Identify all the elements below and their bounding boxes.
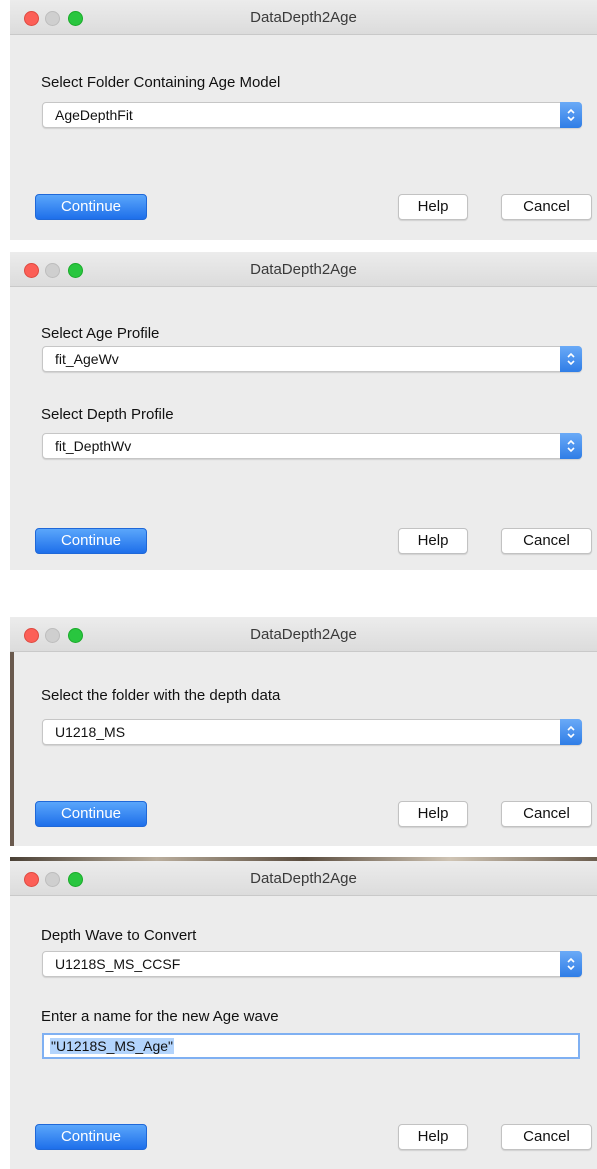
age-wave-name-input[interactable]: "U1218S_MS_Age" (42, 1033, 580, 1059)
popup-value: fit_AgeWv (55, 351, 119, 367)
depth-profile-label: Select Depth Profile (41, 406, 174, 423)
popup-value: U1218S_MS_CCSF (55, 956, 181, 972)
continue-button[interactable]: Continue (35, 194, 147, 220)
popup-value: U1218_MS (55, 724, 126, 740)
cancel-button[interactable]: Cancel (501, 1124, 592, 1150)
up-down-chevron-icon[interactable] (560, 951, 582, 977)
title-bar[interactable]: DataDepth2Age (10, 861, 597, 896)
help-button[interactable]: Help (398, 528, 468, 554)
cancel-button[interactable]: Cancel (501, 194, 592, 220)
up-down-chevron-icon[interactable] (560, 346, 582, 372)
help-button[interactable]: Help (398, 801, 468, 827)
title-bar[interactable]: DataDepth2Age (10, 0, 597, 35)
up-down-chevron-icon[interactable] (560, 433, 582, 459)
cancel-button[interactable]: Cancel (501, 528, 592, 554)
title-bar[interactable]: DataDepth2Age (10, 252, 597, 287)
cancel-button[interactable]: Cancel (501, 801, 592, 827)
popup-value: AgeDepthFit (55, 107, 133, 123)
age-model-folder-label: Select Folder Containing Age Model (41, 74, 281, 91)
dialog-select-depth-data-folder: DataDepth2Age Select the folder with the… (10, 617, 597, 846)
popup-value: fit_DepthWv (55, 438, 132, 454)
depth-wave-popup[interactable]: U1218S_MS_CCSF (42, 951, 582, 977)
title-bar[interactable]: DataDepth2Age (10, 617, 597, 652)
dialog-select-age-model-folder: DataDepth2Age Select Folder Containing A… (10, 0, 597, 240)
window-title: DataDepth2Age (250, 626, 357, 643)
window-title: DataDepth2Age (250, 870, 357, 887)
age-profile-popup[interactable]: fit_AgeWv (42, 346, 582, 372)
help-button[interactable]: Help (398, 194, 468, 220)
depth-data-folder-label: Select the folder with the depth data (41, 687, 281, 704)
window-title: DataDepth2Age (250, 261, 357, 278)
depth-data-folder-popup[interactable]: U1218_MS (42, 719, 582, 745)
age-wave-name-label: Enter a name for the new Age wave (41, 1008, 279, 1025)
window-title: DataDepth2Age (250, 9, 357, 26)
up-down-chevron-icon[interactable] (560, 719, 582, 745)
continue-button[interactable]: Continue (35, 528, 147, 554)
help-button[interactable]: Help (398, 1124, 468, 1150)
up-down-chevron-icon[interactable] (560, 102, 582, 128)
depth-wave-label: Depth Wave to Convert (41, 927, 197, 944)
continue-button[interactable]: Continue (35, 801, 147, 827)
dialog-select-profiles: DataDepth2Age Select Age Profile fit_Age… (10, 252, 597, 570)
age-model-folder-popup[interactable]: AgeDepthFit (42, 102, 582, 128)
depth-profile-popup[interactable]: fit_DepthWv (42, 433, 582, 459)
age-profile-label: Select Age Profile (41, 325, 160, 342)
input-value: "U1218S_MS_Age" (50, 1038, 175, 1054)
continue-button[interactable]: Continue (35, 1124, 147, 1150)
dialog-convert-depth-wave: DataDepth2Age Depth Wave to Convert U121… (10, 857, 597, 1169)
